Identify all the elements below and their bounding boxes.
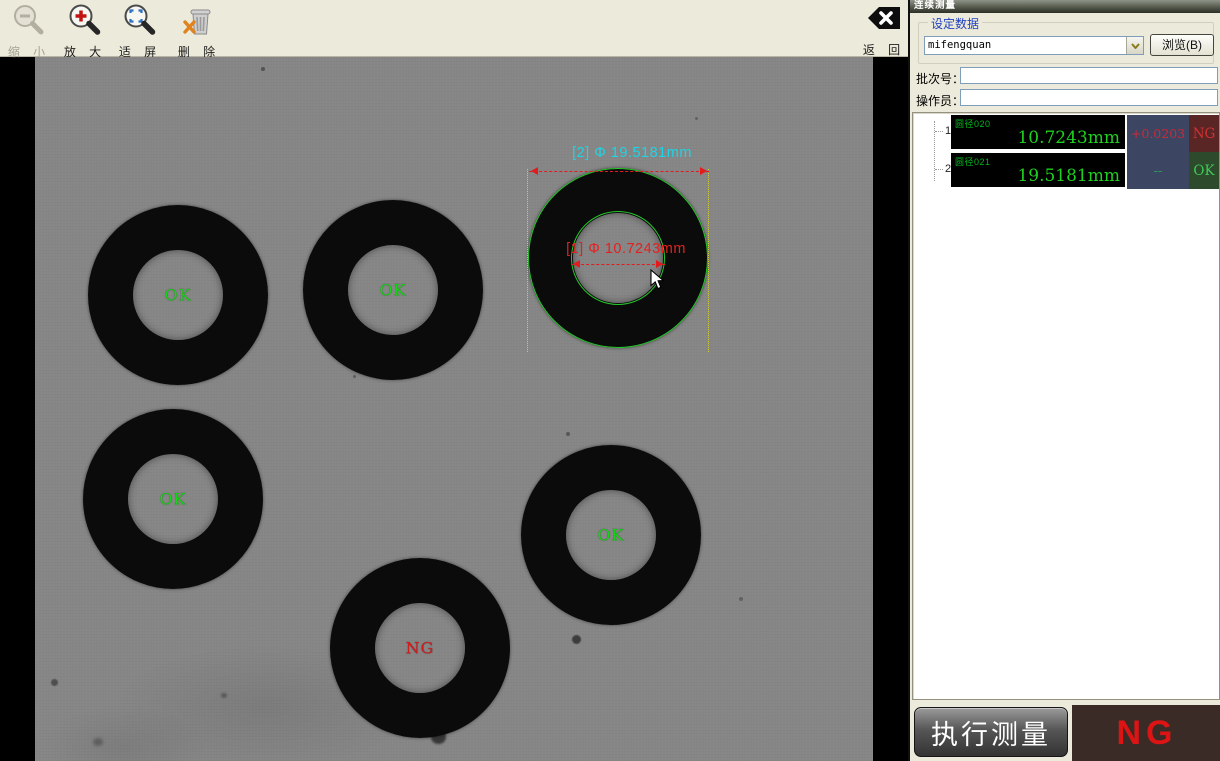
- measure-value: 19.5181mm: [1017, 166, 1120, 186]
- image-artifact: [261, 67, 265, 71]
- ring-status-label: OK: [159, 490, 186, 509]
- measure-name: 圆径021: [955, 155, 991, 168]
- inner-diameter-arrow: [571, 264, 665, 265]
- ring-status-label: NG: [406, 639, 435, 658]
- image-artifact: [572, 635, 581, 644]
- zoom-in-icon: [56, 2, 114, 43]
- deviation-cell: +0.0203: [1127, 115, 1189, 152]
- status-cell: NG: [1189, 115, 1219, 152]
- deviation-column: +0.0203--: [1127, 115, 1189, 189]
- operator-label: 操作员：: [916, 92, 964, 109]
- ring-status-label: OK: [379, 281, 406, 300]
- fit-screen-icon: [111, 2, 169, 43]
- image-artifact: [221, 693, 227, 698]
- overall-status-badge: NG: [1072, 705, 1220, 761]
- zoom-out-icon: [0, 2, 58, 43]
- image-artifact: [353, 375, 356, 378]
- dataset-value: mifengquan: [928, 39, 991, 51]
- measure-name: 圆径020: [955, 117, 991, 130]
- zoom-out-button[interactable]: 缩 小: [0, 2, 58, 60]
- status-column: NGOK: [1189, 115, 1219, 189]
- chevron-down-icon[interactable]: [1126, 37, 1143, 54]
- deviation-cell: --: [1127, 152, 1189, 189]
- back-label: 返 回: [855, 41, 913, 58]
- image-artifact: [566, 432, 570, 436]
- inner-diameter-label: [1] Φ 10.7243mm: [566, 241, 686, 257]
- outer-diameter-label: [2] Φ 19.5181mm: [572, 145, 692, 161]
- result-row-index: 2: [935, 163, 951, 175]
- back-button[interactable]: 返 回: [855, 2, 913, 58]
- browse-button[interactable]: 浏览(B): [1150, 34, 1214, 56]
- batch-label: 批次号：: [916, 70, 964, 87]
- measurement-panel: 连续测量 设定数据 mifengquan 浏览(B) 批次号： 操作员： +0.…: [908, 0, 1220, 761]
- ring-status-label: OK: [164, 286, 191, 305]
- results-panel: +0.0203-- NGOK 1 圆径020 10.7243mm 2 圆径021 19.5…: [912, 112, 1220, 700]
- dataset-select[interactable]: mifengquan: [924, 36, 1144, 55]
- result-value-cell[interactable]: 圆径020 10.7243mm: [951, 115, 1125, 149]
- execute-measure-button[interactable]: 执行测量: [914, 707, 1068, 757]
- measure-guide-right: [708, 169, 709, 352]
- back-icon: [855, 2, 913, 41]
- panel-title: 连续测量: [910, 0, 1220, 13]
- outer-diameter-arrow: [529, 171, 709, 172]
- delete-button[interactable]: 删 除: [170, 2, 228, 60]
- group-label: 设定数据: [928, 15, 982, 32]
- result-value-cell[interactable]: 圆径021 19.5181mm: [951, 153, 1125, 187]
- image-artifact: [695, 117, 698, 120]
- mouse-cursor: [650, 269, 665, 296]
- camera-viewport[interactable]: [2] Φ 19.5181mm [1] Φ 10.7243mm OK OK OK OK…: [35, 57, 873, 761]
- fit-screen-button[interactable]: 适 屏: [111, 2, 169, 60]
- image-artifact: [51, 679, 58, 686]
- measure-value: 10.7243mm: [1017, 128, 1120, 148]
- image-artifact: [93, 738, 103, 746]
- zoom-in-button[interactable]: 放 大: [56, 2, 114, 60]
- toolbar: 缩 小 放 大 适 屏: [0, 0, 908, 57]
- operator-input[interactable]: [960, 89, 1218, 106]
- result-row-index: 1: [935, 125, 951, 137]
- status-cell: OK: [1189, 152, 1219, 189]
- measure-guide-left: [527, 169, 528, 352]
- ring-status-label: OK: [597, 526, 624, 545]
- delete-icon: [170, 2, 228, 43]
- image-artifact: [739, 597, 743, 601]
- batch-input[interactable]: [960, 67, 1218, 84]
